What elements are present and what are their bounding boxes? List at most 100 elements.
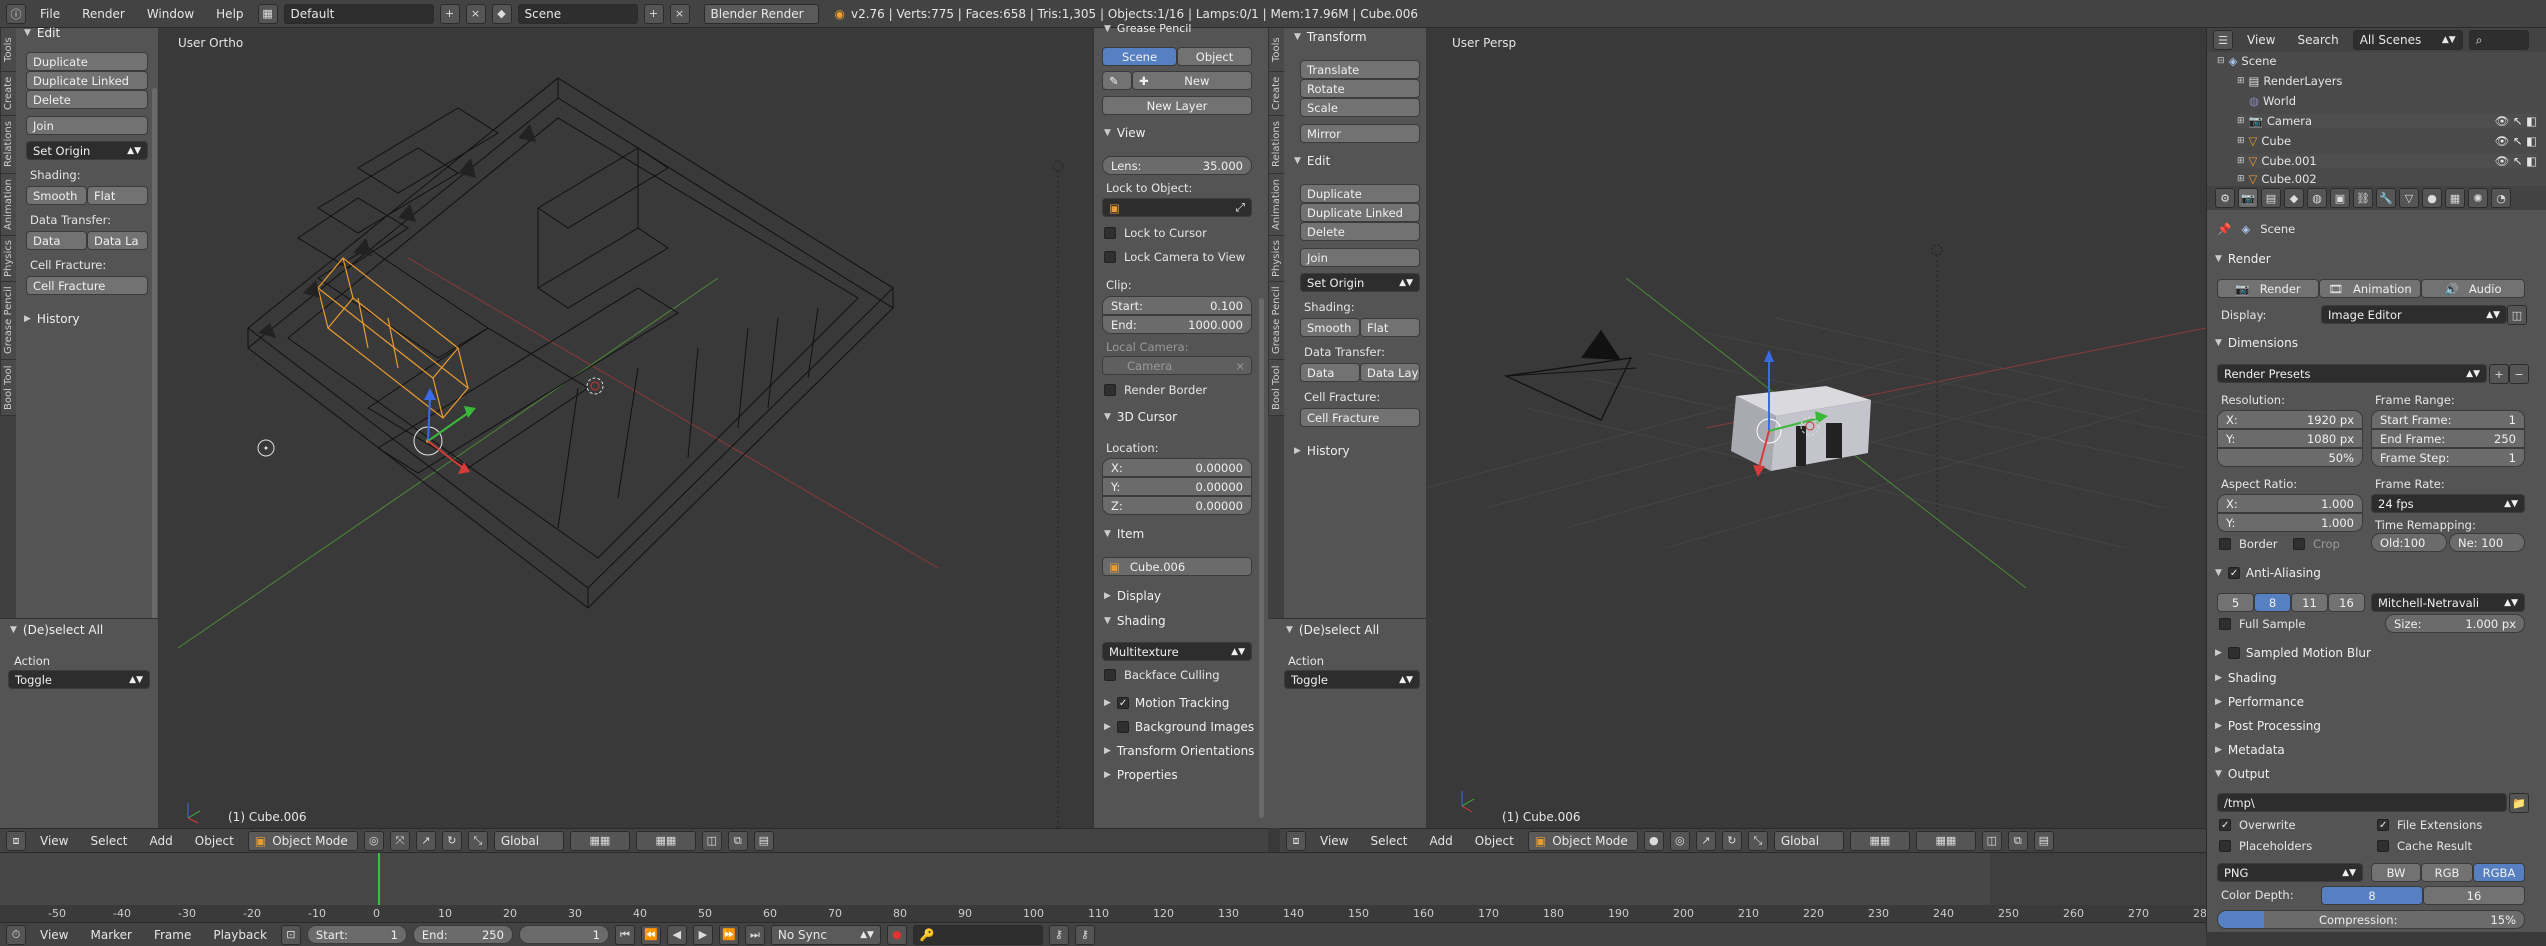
record-icon[interactable]: ● (886, 924, 907, 945)
time-new-field[interactable]: Ne: 100 (2449, 533, 2525, 552)
border-checkbox[interactable]: Border (2219, 537, 2278, 551)
lens-field[interactable]: Lens: 35.000 (1102, 156, 1252, 175)
preview-range-icon[interactable]: ⊡ (280, 924, 301, 945)
resolution-percent-slider[interactable]: 50% (2217, 448, 2363, 467)
aspect-x-field[interactable]: X: 1.000 (2217, 494, 2363, 513)
transform-orientations-header[interactable]: ▶ Transform Orientations (1104, 744, 1254, 758)
texture-tab-icon[interactable]: ▦ (2445, 188, 2465, 208)
properties-header[interactable]: ▶ Properties (1104, 768, 1178, 782)
layers-grid-icon-left[interactable]: ▦▦ (569, 830, 630, 851)
display-dropdown[interactable]: Image Editor ▲▼ (2321, 305, 2507, 324)
lock-camera-checkbox[interactable]: Lock Camera to View (1104, 250, 1245, 264)
tab-animation-2[interactable]: Animation (1268, 174, 1284, 236)
history-header-2[interactable]: ▶ History (1294, 444, 1350, 458)
local-camera-field[interactable]: Camera × (1102, 356, 1252, 375)
orientation-selector-right[interactable]: Global (1773, 830, 1844, 851)
outliner-camera-row[interactable]: ⊞ 📷 Camera 👁 ↖ ◧ (2237, 114, 2537, 128)
data-layout-button-2[interactable]: Data Layo (1360, 363, 1420, 382)
info-icon[interactable]: ⓘ (6, 3, 26, 24)
play-reverse-icon[interactable]: ◀ (666, 924, 687, 945)
tab-tools[interactable]: Tools (0, 28, 16, 72)
render-presets-dropdown[interactable]: Render Presets ▲▼ (2217, 364, 2487, 383)
folder-icon[interactable]: 📁 (2509, 793, 2529, 813)
color-bw-button[interactable]: BW (2371, 863, 2421, 882)
scene-icon[interactable]: ◆ (491, 3, 512, 24)
edit-header[interactable]: ▼ Edit (24, 26, 60, 40)
world-tab-icon[interactable]: ◍ (2307, 188, 2327, 208)
cell-fracture-button-2[interactable]: Cell Fracture (1300, 408, 1420, 427)
color-rgba-button[interactable]: RGBA (2473, 863, 2525, 882)
file-extensions-checkbox[interactable]: File Extensions (2377, 818, 2482, 832)
backface-culling-checkbox[interactable]: Backface Culling (1104, 668, 1220, 682)
tab-tools-2[interactable]: Tools (1268, 28, 1284, 72)
compression-slider[interactable]: Compression: 15% (2217, 910, 2525, 929)
item-header[interactable]: ▼ Item (1104, 527, 1144, 541)
render-engine-selector[interactable]: Blender Render (703, 3, 819, 24)
color-depth-16[interactable]: 16 (2423, 886, 2525, 905)
filter-size-field[interactable]: Size: 1.000 px (2385, 614, 2525, 633)
tab-physics-2[interactable]: Physics (1268, 236, 1284, 282)
aa-filter-dropdown[interactable]: Mitchell-Netravali ▲▼ (2371, 593, 2525, 612)
cursor-x-field[interactable]: X: 0.00000 (1102, 458, 1252, 477)
menu-file[interactable]: File (32, 7, 68, 21)
action-toggle-dropdown-2[interactable]: Toggle ▲▼ (1284, 670, 1420, 689)
close-layout-icon[interactable]: × (465, 3, 486, 24)
add-layout-icon[interactable]: + (439, 3, 460, 24)
resolution-x-field[interactable]: X: 1920 px (2217, 410, 2363, 429)
pivot-icon-left[interactable]: ◎ (363, 830, 384, 851)
rotate-button[interactable]: Rotate (1300, 79, 1420, 98)
data-tab-icon[interactable]: ▽ (2399, 188, 2419, 208)
join-button-2[interactable]: Join (1300, 248, 1420, 267)
object-menu-left[interactable]: Object (187, 834, 242, 848)
timeline-editor-icon[interactable]: ⏱ (6, 924, 26, 945)
layers-grid-icon-right[interactable]: ▦▦ (1849, 830, 1910, 851)
menu-render[interactable]: Render (74, 7, 133, 21)
render-border-checkbox[interactable]: Render Border (1104, 383, 1207, 397)
timeline-current-frame-field[interactable]: 1 (518, 925, 609, 944)
outliner-renderlayers-row[interactable]: ⊞ ▤ RenderLayers (2237, 74, 2342, 88)
viewport-left[interactable]: User Ortho (1) Cube.006 (158, 28, 1093, 828)
end-frame-field[interactable]: End Frame: 250 (2371, 429, 2525, 448)
add-menu-left[interactable]: Add (142, 834, 181, 848)
duplicate-button-2[interactable]: Duplicate (1300, 184, 1420, 203)
data-button[interactable]: Data (26, 231, 87, 250)
pin-icon[interactable]: 📌 (2217, 222, 2231, 236)
color-depth-8[interactable]: 8 (2321, 886, 2423, 905)
resolution-y-field[interactable]: Y: 1080 px (2217, 429, 2363, 448)
layout-selector[interactable]: Default (283, 3, 434, 24)
set-origin-dropdown-2[interactable]: Set Origin ▲▼ (1300, 273, 1420, 292)
tab-create[interactable]: Create (0, 72, 16, 116)
anti-aliasing-header[interactable]: ▼Anti-Aliasing (2215, 566, 2321, 580)
item-name-field[interactable]: ▣ Cube.006 (1102, 557, 1252, 576)
render-icon-right[interactable]: ▤ (2033, 830, 2054, 851)
scene-tab[interactable]: Scene (1102, 47, 1177, 66)
render-layers-tab-icon[interactable]: ▤ (2261, 188, 2281, 208)
display-options-icon[interactable]: ◫ (2507, 305, 2527, 325)
tab-bool-tool-2[interactable]: Bool Tool (1268, 360, 1284, 416)
add-scene-icon[interactable]: + (643, 3, 664, 24)
audio-button[interactable]: 🔊 Audio (2421, 279, 2525, 298)
jump-end-icon[interactable]: ⏭ (744, 924, 765, 945)
scene-tab-icon[interactable]: ◆ (2284, 188, 2304, 208)
motion-tracking-header[interactable]: ▶Motion Tracking (1104, 696, 1229, 710)
tool-shelf-scrollbar[interactable] (152, 88, 157, 628)
animation-button[interactable]: 🎞 Animation (2319, 279, 2421, 298)
menu-window[interactable]: Window (139, 7, 202, 21)
scale-manip-icon-left[interactable]: ⤡ (467, 830, 488, 851)
shading-panel-header[interactable]: ▶ Shading (2215, 671, 2277, 685)
material-tab-icon[interactable]: ● (2422, 188, 2442, 208)
full-sample-checkbox[interactable]: Full Sample (2219, 617, 2305, 631)
aa-samples-11[interactable]: 11 (2291, 593, 2328, 612)
data-layout-button[interactable]: Data La (87, 231, 148, 250)
metadata-panel-header[interactable]: ▶ Metadata (2215, 743, 2285, 757)
timeline-view-menu[interactable]: View (32, 928, 76, 942)
start-frame-field[interactable]: Start Frame: 1 (2371, 410, 2525, 429)
timeline-start-field[interactable]: Start: 1 (306, 925, 407, 944)
keying-set-field[interactable]: 🔑 (912, 924, 1043, 945)
timeline-ruler[interactable]: -50 -40 -30 -20 -10 0 10 20 30 40 50 60 70 80 90 100 110… (0, 905, 2206, 922)
scene-selector[interactable]: Scene (517, 3, 638, 24)
mode-selector-right[interactable]: ▣ Object Mode (1527, 830, 1638, 851)
tab-create-2[interactable]: Create (1268, 72, 1284, 116)
action-toggle-dropdown[interactable]: Toggle ▲▼ (8, 670, 150, 689)
tab-grease-pencil[interactable]: Grease Pencil (0, 282, 16, 360)
